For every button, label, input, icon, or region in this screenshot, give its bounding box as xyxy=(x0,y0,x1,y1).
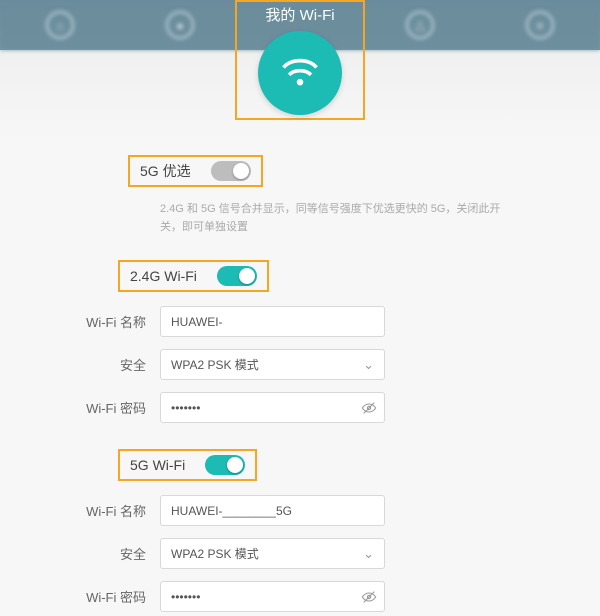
page-title: 我的 Wi-Fi xyxy=(258,4,342,25)
wifi24-security-label: 安全 xyxy=(30,355,160,374)
header: ⌂ ● △ ≡ 我的 Wi-Fi xyxy=(0,0,600,140)
wifi5g-name-label: Wi-Fi 名称 xyxy=(30,501,160,520)
nav-item[interactable]: △ xyxy=(406,11,434,39)
wifi5g-security-label: 安全 xyxy=(30,544,160,563)
device-icon: △ xyxy=(406,11,434,39)
chevron-down-icon: ⌄ xyxy=(363,546,374,562)
nav-item[interactable]: ● xyxy=(166,11,194,39)
wifi5g-section-label: 5G Wi-Fi xyxy=(130,457,195,473)
menu-icon: ≡ xyxy=(526,11,554,39)
wifi24-name-label: Wi-Fi 名称 xyxy=(30,312,160,331)
wifi-icon-circle xyxy=(258,31,342,115)
wifi5g-name-input[interactable] xyxy=(160,495,385,526)
wifi24-security-value: WPA2 PSK 模式 xyxy=(171,356,259,373)
annotation-highlight: 5G Wi-Fi xyxy=(118,449,257,481)
annotation-highlight: 5G 优选 xyxy=(128,155,263,187)
wifi24-password-input[interactable] xyxy=(160,392,385,423)
wifi5g-toggle[interactable] xyxy=(205,455,245,475)
nav-item[interactable]: ≡ xyxy=(526,11,554,39)
globe-icon: ● xyxy=(166,11,194,39)
nav-item[interactable]: ⌂ xyxy=(46,11,74,39)
eye-slash-icon[interactable] xyxy=(361,400,377,416)
wifi24-security-select[interactable]: WPA2 PSK 模式 ⌄ xyxy=(160,349,385,380)
wifi-header-block: 我的 Wi-Fi xyxy=(258,4,342,115)
wifi5g-password-label: Wi-Fi 密码 xyxy=(30,587,160,606)
wifi-icon xyxy=(278,51,322,95)
home-icon: ⌂ xyxy=(46,11,74,39)
wifi24-section-label: 2.4G Wi-Fi xyxy=(130,268,207,284)
wifi24-password-label: Wi-Fi 密码 xyxy=(30,398,160,417)
wifi5g-security-value: WPA2 PSK 模式 xyxy=(171,545,259,562)
main-content: 5G 优选 2.4G 和 5G 信号合并显示，同等信号强度下优选更快的 5G，关… xyxy=(0,140,600,612)
chevron-down-icon: ⌄ xyxy=(363,357,374,373)
wifi5g-security-select[interactable]: WPA2 PSK 模式 ⌄ xyxy=(160,538,385,569)
prefer-5g-toggle[interactable] xyxy=(211,161,251,181)
eye-slash-icon[interactable] xyxy=(361,589,377,605)
prefer-5g-label: 5G 优选 xyxy=(140,161,201,181)
wifi24-name-input[interactable] xyxy=(160,306,385,337)
wifi5g-password-input[interactable] xyxy=(160,581,385,612)
prefer-5g-hint: 2.4G 和 5G 信号合并显示，同等信号强度下优选更快的 5G，关闭此开关，即… xyxy=(160,201,510,236)
annotation-highlight: 2.4G Wi-Fi xyxy=(118,260,269,292)
wifi24-toggle[interactable] xyxy=(217,266,257,286)
